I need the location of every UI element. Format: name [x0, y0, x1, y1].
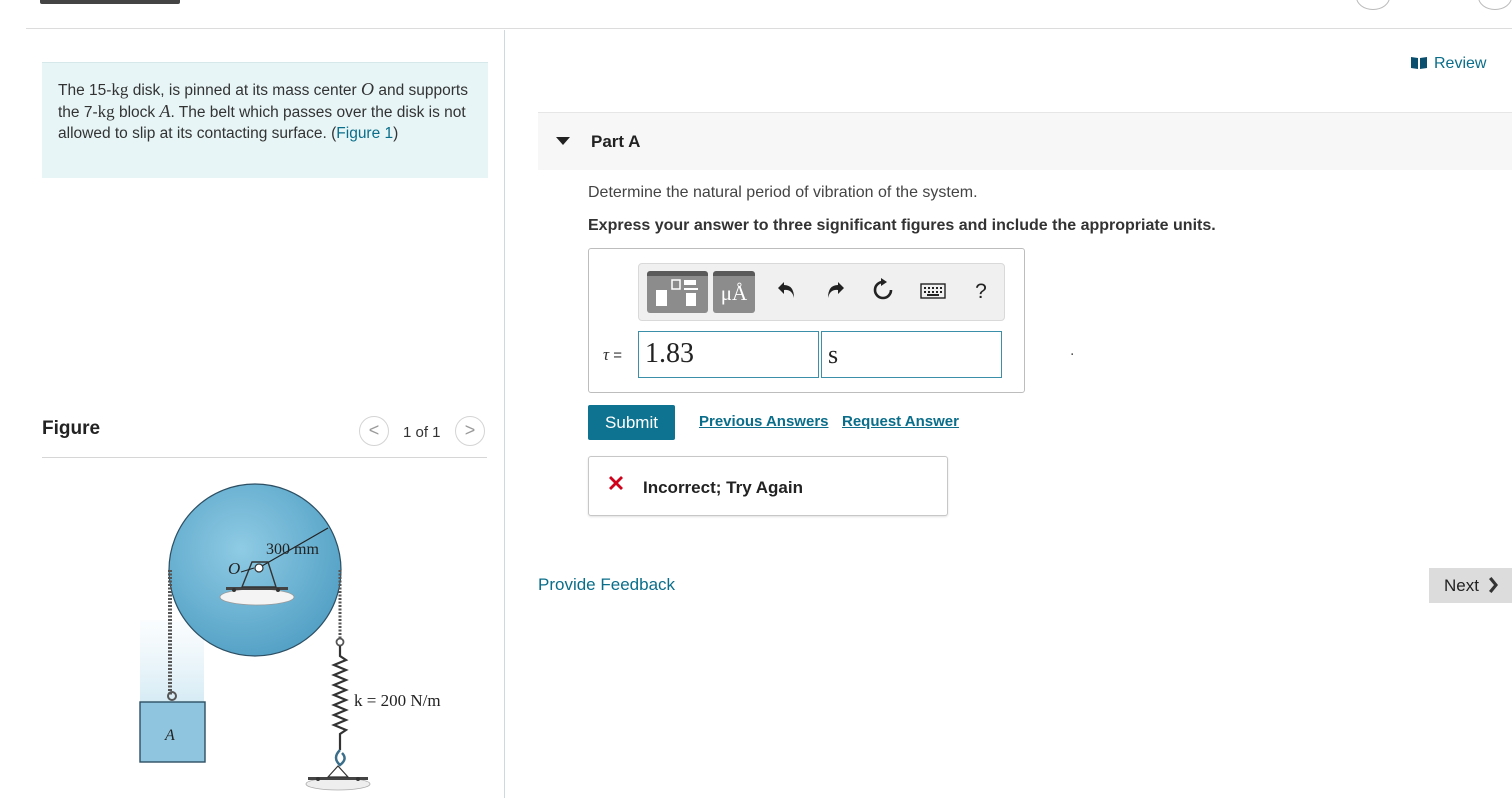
- instruction-text: Express your answer to three significant…: [588, 217, 1216, 234]
- redo-icon: [828, 282, 844, 298]
- help-button[interactable]: ?: [967, 278, 995, 306]
- unit-kg: kg: [111, 80, 129, 99]
- submit-button[interactable]: Submit: [588, 405, 675, 440]
- stray-mark: .: [1070, 342, 1075, 359]
- problem-statement: The 15-kg disk, is pinned at its mass ce…: [42, 62, 488, 178]
- unit-kg: kg: [97, 102, 115, 121]
- figure-title: Figure: [42, 418, 101, 439]
- radius-label: 300 mm: [266, 541, 319, 558]
- math-toolbar: μÅ ?: [638, 263, 1005, 321]
- column-divider: [504, 30, 505, 798]
- bolt: [276, 588, 280, 592]
- floor-bracket: [326, 765, 350, 778]
- figure-header: Figure < 1 of 1 >: [42, 416, 487, 458]
- spring-eye: [335, 637, 345, 647]
- chevron-right-icon: [1488, 576, 1498, 593]
- question-text: Determine the natural period of vibratio…: [588, 184, 978, 201]
- figure-1-link[interactable]: Figure 1: [336, 125, 393, 142]
- collapse-caret-icon[interactable]: [556, 137, 570, 145]
- answer-unit-input[interactable]: s: [821, 331, 1002, 378]
- templates-icon: [656, 279, 698, 306]
- next-problem-button[interactable]: [1478, 0, 1512, 10]
- spring-label: k = 200 N/m: [354, 691, 441, 710]
- figure-next-button[interactable]: >: [455, 416, 485, 446]
- symbol-a: A: [159, 101, 171, 121]
- next-button[interactable]: Next: [1429, 568, 1512, 603]
- templates-button[interactable]: [647, 271, 708, 313]
- help-icon: ?: [975, 280, 987, 303]
- figure-pager: 1 of 1: [403, 424, 441, 441]
- review-label: Review: [1434, 55, 1487, 72]
- intro-text: ): [393, 125, 399, 142]
- figure-prev-button[interactable]: <: [359, 416, 389, 446]
- keyboard-button[interactable]: [919, 278, 947, 306]
- prev-problem-button[interactable]: [1356, 0, 1390, 10]
- answer-value-input[interactable]: 1.83: [638, 331, 819, 378]
- next-label: Next: [1444, 575, 1479, 595]
- part-a-header[interactable]: Part A: [538, 112, 1512, 170]
- keyboard-icon: [920, 283, 946, 299]
- intro-text: block: [114, 104, 160, 121]
- problem-header-remnant: [40, 0, 180, 4]
- error-x-icon: [609, 476, 623, 490]
- units-button[interactable]: μÅ: [713, 271, 755, 313]
- support-base: [219, 588, 295, 606]
- reset-icon: [873, 278, 893, 300]
- answer-panel: μÅ ? τ = 1.83 s: [588, 248, 1025, 393]
- intro-text: The 15-: [58, 82, 112, 99]
- block-label: A: [164, 727, 175, 744]
- answer-label: τ =: [603, 345, 622, 365]
- bolt: [356, 777, 360, 781]
- symbol-o: O: [361, 79, 375, 99]
- previous-answers-link[interactable]: Previous Answers: [699, 413, 829, 430]
- feedback-text: Incorrect; Try Again: [643, 478, 803, 497]
- bolt: [316, 777, 320, 781]
- equals-sign: =: [609, 347, 623, 364]
- undo-button[interactable]: [773, 278, 801, 306]
- provide-feedback-link[interactable]: Provide Feedback: [538, 575, 675, 595]
- reset-button[interactable]: [869, 278, 897, 306]
- feedback-message-box: Incorrect; Try Again: [588, 456, 948, 516]
- review-link[interactable]: Review: [1410, 55, 1486, 73]
- part-title: Part A: [591, 132, 641, 151]
- spring-hook: [334, 749, 346, 767]
- request-answer-link[interactable]: Request Answer: [842, 413, 959, 430]
- disk-block-spring-figure: 300 mm O A k = 200 N/m: [139, 483, 441, 791]
- intro-text: disk, is pinned at its mass center: [128, 82, 362, 99]
- redo-button[interactable]: [821, 278, 849, 306]
- book-icon: [1411, 57, 1427, 69]
- bolt: [232, 588, 236, 592]
- spring: [331, 646, 349, 750]
- header-divider: [26, 28, 1512, 29]
- units-icon: μÅ: [720, 281, 748, 305]
- pin: [254, 563, 264, 573]
- undo-icon: [778, 282, 794, 298]
- center-label: O: [228, 559, 240, 578]
